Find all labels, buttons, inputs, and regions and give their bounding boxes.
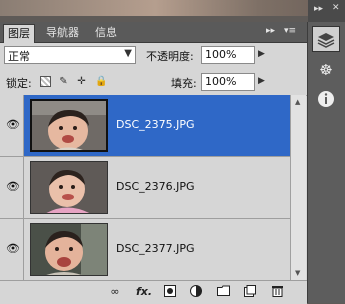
fill-label: 填充: [171,77,197,90]
layer-name: DSC_2375.JPG [116,118,195,131]
tab-layers[interactable]: 图层 [3,24,35,43]
layer-thumbnail [30,161,108,214]
layer-row[interactable]: 👁 DSC_2375.JPG [0,95,290,157]
link-icon[interactable]: ∞ [108,285,122,299]
collapse-panel-button[interactable]: ▸▸ [266,25,275,38]
opacity-input[interactable]: 100% [201,46,255,64]
lock-pixels-brush-icon[interactable]: ✎ [58,76,69,87]
side-dock: ▸▸ ✕ ☸ [308,0,345,303]
layer-list-scrollbar[interactable]: ▲ ▼ [290,95,306,280]
tab-info[interactable]: 信息 [91,24,121,41]
scroll-down-icon[interactable]: ▼ [295,269,300,277]
layer-row[interactable]: 👁 DSC_2377.JPG [0,219,290,281]
layer-list: 👁 DSC_2375.JPG 👁 DSC_2376.JPG 👁 DSC_2377… [0,95,290,281]
side-dock-header: ▸▸ ✕ [308,0,345,22]
opacity-slider-arrow-icon[interactable]: ▶ [258,49,265,59]
info-icon[interactable] [312,86,340,112]
eye-icon: 👁 [6,118,20,131]
visibility-toggle[interactable]: 👁 [0,219,24,280]
visibility-toggle[interactable]: 👁 [0,157,24,218]
blend-mode-value: 正常 [8,50,30,63]
background-photo-strip [0,0,345,16]
layer-row[interactable]: 👁 DSC_2376.JPG [0,157,290,219]
navigator-icon[interactable]: ☸ [312,57,340,83]
tab-navigator[interactable]: 导航器 [42,24,83,41]
blend-mode-select[interactable]: 正常 ▼ [4,46,136,64]
trash-icon[interactable] [270,285,284,299]
visibility-toggle[interactable]: 👁 [0,95,24,156]
layer-name: DSC_2377.JPG [116,242,195,255]
dock-close-button[interactable]: ✕ [332,3,340,13]
layer-thumbnail [30,99,108,152]
group-icon[interactable] [216,285,230,299]
panel-menu-button[interactable]: ▾≡ [284,25,296,38]
panel-tabbar: 图层 导航器 信息 ▸▸ ▾≡ [0,22,307,43]
lock-label: 锁定: [6,77,32,90]
lock-all-icon[interactable]: 🔒 [95,76,107,87]
scroll-up-icon[interactable]: ▲ [295,98,300,106]
dock-collapse-button[interactable]: ▸▸ [314,4,323,14]
layer-thumbnail [30,223,108,276]
layers-panel: 图层 导航器 信息 ▸▸ ▾≡ 正常 ▼ 不透明度: 100% ▶ 锁定: ✎ … [0,22,308,304]
lock-transparent-icon[interactable] [40,76,51,87]
layers-bottom-toolbar: ∞ fx. [0,280,307,304]
new-layer-icon[interactable] [243,285,257,299]
fill-slider-arrow-icon[interactable]: ▶ [258,76,265,86]
lock-fill-row: 锁定: ✎ ✛ 🔒 填充: 100% ▶ [0,69,307,96]
eye-icon: 👁 [6,242,20,255]
opacity-label: 不透明度: [146,50,194,63]
mask-icon[interactable] [163,285,177,299]
layers-icon[interactable] [312,26,340,52]
chevron-down-icon: ▼ [124,48,132,59]
blend-opacity-row: 正常 ▼ 不透明度: 100% ▶ [0,43,307,69]
fill-input[interactable]: 100% [201,73,255,91]
eye-icon: 👁 [6,180,20,193]
fx-icon[interactable]: fx. [134,285,154,299]
lock-position-move-icon[interactable]: ✛ [76,76,87,87]
adjustment-icon[interactable] [189,285,203,299]
layer-name: DSC_2376.JPG [116,180,195,193]
